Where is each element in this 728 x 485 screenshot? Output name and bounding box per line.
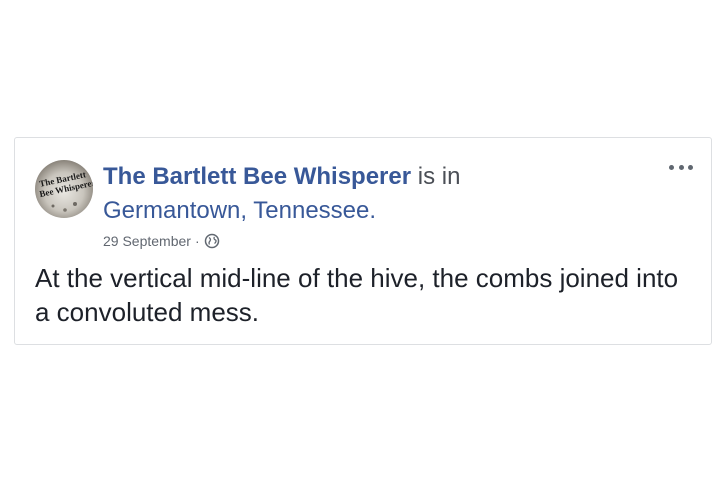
more-options-dot	[678, 164, 684, 170]
avatar-logo: The Bartlett Bee Whisperer	[38, 169, 93, 212]
post-meta: 29 September ·	[103, 232, 220, 250]
timestamp-link[interactable]: 29 September	[103, 232, 191, 250]
more-options-icon	[669, 164, 674, 170]
location-link[interactable]: Germantown, Tennessee.	[103, 194, 623, 228]
is-in-text: is in	[417, 163, 461, 190]
globe-icon[interactable]	[204, 233, 220, 249]
post-header: The Bartlett Bee Whisperer is in Germant…	[103, 160, 623, 228]
more-options-button[interactable]	[669, 160, 693, 174]
post-body: At the vertical mid-line of the hive, th…	[35, 263, 679, 327]
more-options-dot	[688, 164, 693, 170]
avatar[interactable]: The Bartlett Bee Whisperer	[35, 160, 93, 218]
meta-separator: ·	[194, 233, 200, 249]
post-card: The Bartlett Bee Whisperer The Bartlett …	[14, 137, 712, 345]
author-link[interactable]: The Bartlett Bee Whisperer	[103, 163, 411, 190]
